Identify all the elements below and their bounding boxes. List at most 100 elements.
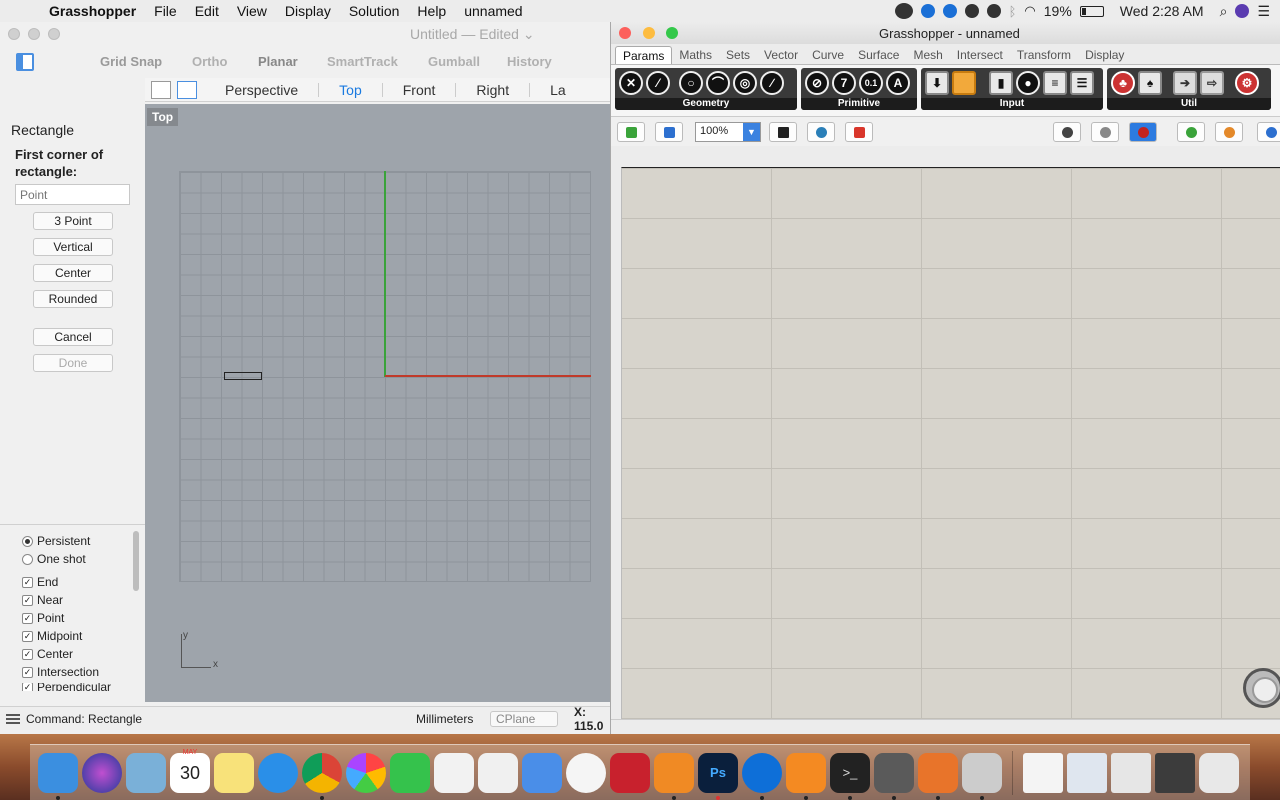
finder-icon[interactable]	[38, 752, 78, 800]
3-point-button[interactable]: 3 Point	[33, 212, 113, 230]
tab-top[interactable]: Top	[339, 82, 362, 98]
close-button[interactable]	[619, 27, 631, 39]
top-viewport[interactable]: Top y x	[145, 104, 612, 702]
checkbox-icon[interactable]: ✓	[22, 612, 33, 624]
teamviewer-status-icon[interactable]	[920, 4, 935, 18]
rectangle-object[interactable]	[224, 372, 262, 380]
tab-mesh[interactable]: Mesh	[906, 46, 949, 64]
ortho-toggle[interactable]: Ortho	[192, 54, 227, 69]
numbers-icon[interactable]	[478, 752, 518, 793]
menu-help[interactable]: Help	[408, 3, 455, 19]
preview-icon[interactable]	[434, 752, 474, 793]
data-output-icon[interactable]: ➔	[1173, 71, 1197, 95]
ribbon-group-label[interactable]: Util	[1107, 98, 1271, 110]
open-file-button[interactable]	[617, 122, 645, 142]
zoom-extents-button[interactable]	[769, 122, 797, 142]
status-app-icon[interactable]	[942, 4, 957, 18]
point-input[interactable]	[15, 184, 130, 205]
wifi-icon[interactable]: ◠	[1024, 3, 1035, 19]
itunes-icon[interactable]	[566, 752, 606, 793]
chrome-icon[interactable]	[302, 752, 342, 800]
sidebar-toggle-icon[interactable]	[16, 53, 34, 71]
photos-icon[interactable]	[346, 752, 386, 793]
panel-icon[interactable]: ⬇	[925, 71, 949, 95]
cherry-picker-icon[interactable]: ♣	[1111, 71, 1135, 95]
sublime-merge-icon[interactable]	[874, 752, 914, 800]
tab-transform[interactable]: Transform	[1010, 46, 1078, 64]
clock[interactable]: Wed 2:28 AM	[1120, 3, 1204, 19]
snap-center[interactable]: ✓ Center	[22, 647, 73, 661]
integer-param-icon[interactable]: 7	[832, 71, 856, 95]
checkbox-icon[interactable]: ✓	[22, 666, 33, 678]
calendar-icon[interactable]: MAY 30	[170, 749, 210, 793]
minimize-button[interactable]	[642, 27, 655, 39]
gumball-toggle[interactable]: Gumball	[428, 54, 480, 69]
menu-view[interactable]: View	[228, 3, 276, 19]
rounded-button[interactable]: Rounded	[33, 290, 113, 308]
cancel-button[interactable]: Cancel	[33, 328, 113, 346]
menu-edit[interactable]: Edit	[186, 3, 228, 19]
menu-display[interactable]: Display	[276, 3, 340, 19]
checkbox-icon[interactable]: ✓	[22, 630, 33, 642]
preview-toggle-button[interactable]	[807, 122, 835, 142]
malwarebytes-icon[interactable]	[986, 4, 1001, 18]
curve-param-icon[interactable]: ⁄	[646, 71, 670, 95]
snap-near[interactable]: ✓ Near	[22, 593, 63, 607]
tab-layout-cut[interactable]: La	[550, 82, 566, 98]
line-param-icon[interactable]: ∕	[760, 71, 784, 95]
cplane-select[interactable]: CPlane	[490, 711, 558, 727]
status-app-icon[interactable]	[964, 4, 979, 18]
osnap-one-shot[interactable]: One shot	[22, 552, 86, 566]
notification-center-icon[interactable]: ☰	[1257, 3, 1270, 20]
downloads-stack-icon[interactable]	[1067, 752, 1107, 793]
tab-display[interactable]: Display	[1078, 46, 1131, 64]
galapagos-icon[interactable]: ⚙	[1235, 71, 1259, 95]
eagle-icon[interactable]	[918, 752, 958, 800]
tab-maths[interactable]: Maths	[672, 46, 719, 64]
spotlight-search-icon[interactable]: ⌕	[1220, 3, 1228, 20]
sketch-tool-button[interactable]	[845, 122, 873, 142]
rhino-icon[interactable]	[962, 752, 1002, 800]
command-history-icon[interactable]	[6, 713, 20, 724]
ribbon-group-label[interactable]: Geometry	[615, 98, 797, 110]
autocad-icon[interactable]	[610, 752, 650, 793]
geometry-param-icon[interactable]: ✕	[619, 71, 643, 95]
tab-front[interactable]: Front	[403, 82, 436, 98]
done-button[interactable]: Done	[33, 354, 113, 372]
tab-params[interactable]: Params	[615, 46, 673, 64]
ribbon-group-label[interactable]: Input	[921, 98, 1103, 110]
checkbox-icon[interactable]: ✓	[22, 576, 33, 588]
notes-icon[interactable]	[214, 752, 254, 793]
zoom-select[interactable]: 100% ▼	[695, 122, 761, 142]
menu-document[interactable]: unnamed	[455, 3, 531, 19]
radio-icon[interactable]	[22, 535, 33, 547]
tab-sets[interactable]: Sets	[719, 46, 757, 64]
siri-icon[interactable]	[82, 752, 122, 793]
osnap-persistent[interactable]: Persistent	[22, 534, 90, 548]
ribbon-group-label[interactable]: Primitive	[801, 98, 917, 110]
canvas-navigator-icon[interactable]	[1243, 668, 1280, 708]
units-label[interactable]: Millimeters	[416, 712, 473, 726]
text-param-icon[interactable]: A	[886, 71, 910, 95]
checkbox-icon[interactable]: ✓	[22, 594, 33, 606]
chevron-down-icon[interactable]: ▼	[743, 123, 760, 141]
app-menu[interactable]: Grasshopper	[40, 3, 145, 19]
keynote-icon[interactable]	[522, 752, 562, 793]
battery-icon[interactable]	[1079, 5, 1104, 17]
screenshots-stack-icon[interactable]	[1111, 752, 1151, 793]
status-app-icon[interactable]	[894, 3, 913, 19]
curve-param-icon[interactable]: ⌒	[706, 71, 730, 95]
material-preview-button[interactable]	[1215, 122, 1243, 142]
siri-icon[interactable]	[1235, 4, 1250, 18]
trash-icon[interactable]	[1199, 752, 1239, 793]
graph-mapper-icon[interactable]	[952, 71, 976, 95]
selected-preview-button[interactable]	[1177, 122, 1205, 142]
terminal-icon[interactable]: >_	[830, 752, 870, 800]
tab-curve[interactable]: Curve	[805, 46, 851, 64]
single-viewport-icon[interactable]	[177, 80, 197, 99]
viewport-label[interactable]: Top	[147, 108, 179, 126]
photo-app-icon[interactable]	[126, 752, 166, 793]
facetime-icon[interactable]	[390, 752, 430, 793]
sublime-text-icon[interactable]	[786, 752, 826, 800]
value-list-icon[interactable]: ☰	[1070, 71, 1094, 95]
